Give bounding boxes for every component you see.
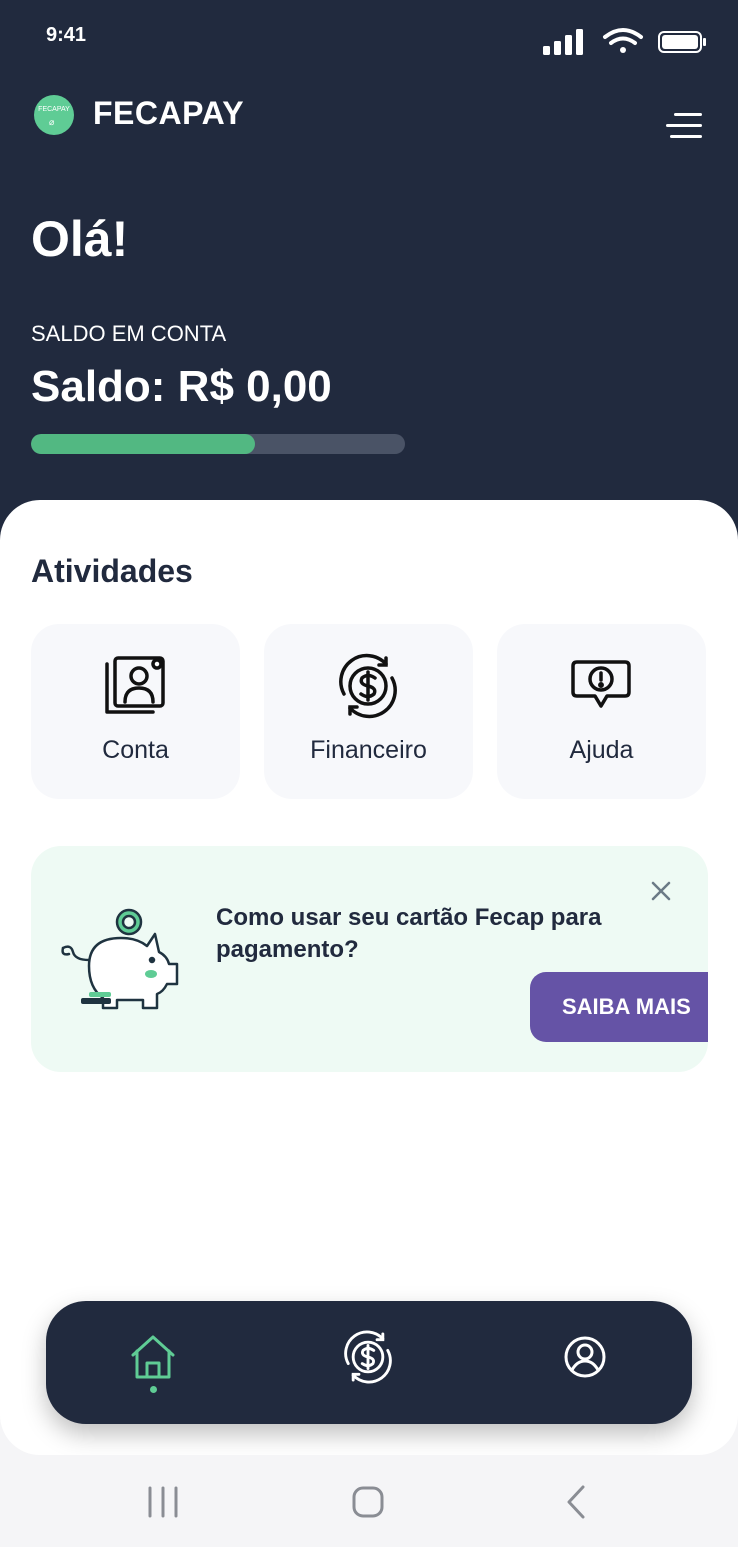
menu-icon-line (674, 113, 702, 116)
dollar-exchange-icon[interactable] (340, 1329, 396, 1385)
tile-ajuda[interactable]: Ajuda (497, 624, 706, 799)
menu-icon-line (666, 124, 702, 127)
header: 9:41 FECAPAY ⌀ FECAPAY Olá! SALDO EM CON… (0, 0, 738, 560)
active-indicator (150, 1386, 157, 1393)
progress-fill (31, 434, 256, 454)
menu-button[interactable] (660, 106, 708, 146)
logo-text: FECAPAY (38, 106, 70, 113)
balance-value: Saldo: R$ 0,00 (31, 362, 332, 411)
help-chat-icon (571, 660, 631, 708)
system-navigation-bar (0, 1455, 738, 1547)
tile-label: Financeiro (310, 736, 427, 764)
promo-banner: Como usar seu cartão Fecap para pagament… (31, 846, 708, 1072)
greeting: Olá! (31, 211, 129, 267)
account-icon (105, 656, 165, 714)
menu-icon-line (670, 135, 702, 138)
battery-icon (658, 31, 706, 53)
status-time: 9:41 (46, 24, 87, 46)
close-icon[interactable] (646, 876, 676, 906)
brand-logo: FECAPAY ⌀ (34, 95, 74, 135)
piggy-bank-icon (61, 908, 179, 1010)
tile-financeiro[interactable]: Financeiro (264, 624, 473, 799)
dollar-exchange-icon (339, 653, 397, 719)
wifi-icon (603, 28, 643, 53)
activities-title: Atividades (31, 553, 193, 589)
brand-name: FECAPAY (93, 95, 245, 131)
bottom-nav (46, 1301, 692, 1424)
tile-label: Conta (102, 736, 169, 764)
learn-more-button[interactable]: SAIBA MAIS (530, 972, 708, 1042)
tile-label: Ajuda (569, 736, 634, 764)
status-icons (543, 28, 706, 55)
home-system-icon[interactable] (345, 1479, 391, 1525)
back-icon[interactable] (553, 1479, 599, 1525)
home-icon[interactable] (125, 1329, 181, 1385)
card-icon: ⌀ (49, 117, 55, 127)
promo-text: Como usar seu cartão Fecap para pagament… (216, 904, 602, 963)
recent-apps-icon[interactable] (140, 1479, 186, 1525)
balance-label: SALDO EM CONTA (31, 321, 227, 346)
tile-conta[interactable]: Conta (31, 624, 240, 799)
signal-icon (543, 29, 583, 55)
profile-icon[interactable] (557, 1329, 613, 1385)
balance-progress-bar (31, 434, 405, 454)
